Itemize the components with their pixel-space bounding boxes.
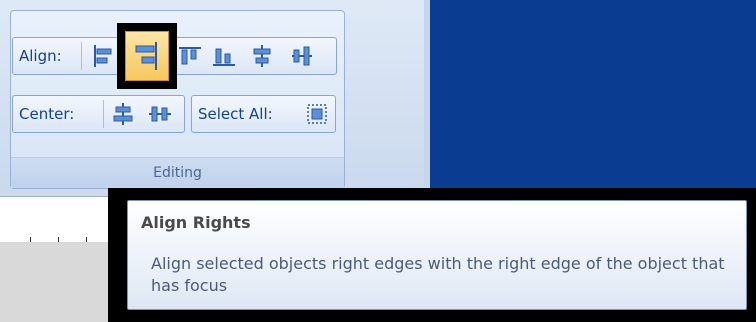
align-bottoms-button[interactable] bbox=[211, 41, 237, 71]
select-all-icon bbox=[307, 104, 327, 124]
center-horizontally-icon bbox=[113, 103, 133, 125]
center-vertically-button[interactable] bbox=[147, 99, 173, 129]
align-rights-selected[interactable] bbox=[125, 31, 169, 81]
center-label: Center: bbox=[19, 105, 75, 123]
align-centers-button[interactable] bbox=[289, 41, 315, 71]
align-middles-icon bbox=[253, 45, 271, 67]
selected-button-highlight bbox=[117, 23, 177, 89]
align-lefts-icon bbox=[94, 45, 112, 67]
align-middles-button[interactable] bbox=[249, 41, 275, 71]
align-tops-icon bbox=[179, 47, 201, 65]
select-all-row: Select All: bbox=[191, 95, 336, 133]
align-rights-icon bbox=[135, 42, 157, 70]
select-all-button[interactable] bbox=[304, 99, 330, 129]
separator bbox=[103, 100, 104, 128]
select-all-label: Select All: bbox=[198, 105, 273, 123]
separator bbox=[81, 42, 82, 70]
tooltip-title: Align Rights bbox=[141, 213, 251, 232]
align-centers-icon bbox=[292, 46, 312, 66]
align-lefts-button[interactable] bbox=[89, 41, 115, 71]
tooltip-body: Align selected objects right edges with … bbox=[151, 254, 725, 295]
align-bottoms-icon bbox=[213, 48, 235, 66]
group-caption: Editing bbox=[11, 157, 344, 188]
center-horizontally-button[interactable] bbox=[110, 99, 136, 129]
tooltip: Align Rights Align selected objects righ… bbox=[127, 200, 747, 310]
center-row: Center: bbox=[12, 95, 185, 133]
dark-blue-panel bbox=[430, 0, 756, 192]
align-tops-button[interactable] bbox=[177, 41, 203, 71]
center-vertically-icon bbox=[149, 106, 171, 122]
align-label: Align: bbox=[19, 47, 62, 65]
